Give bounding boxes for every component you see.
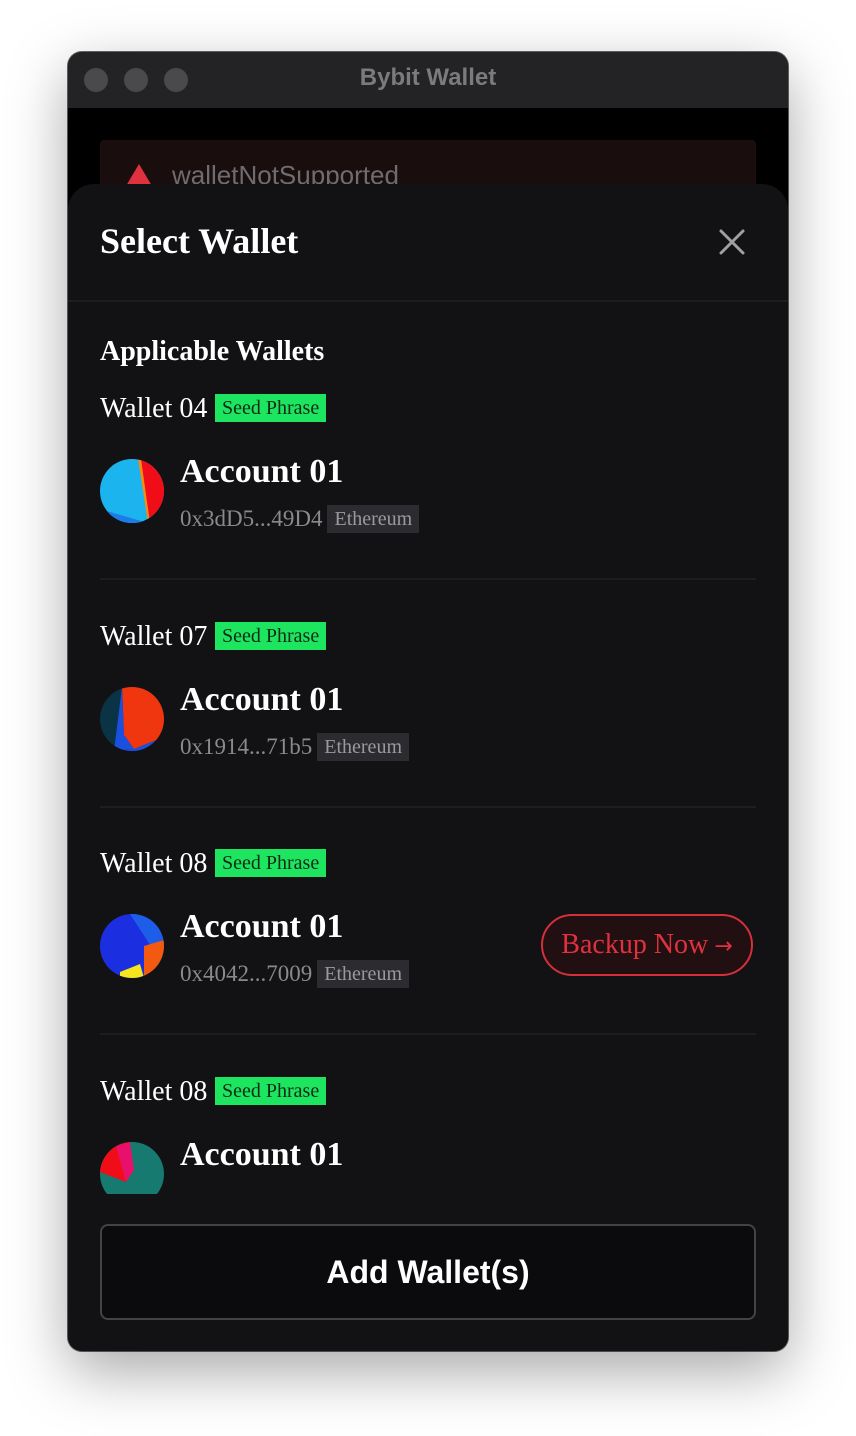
wallet-name: Wallet 08	[100, 848, 208, 879]
wallet-divider	[100, 1033, 756, 1035]
account-name: Account 01	[180, 681, 344, 718]
wallet-name: Wallet 04	[100, 393, 208, 424]
select-wallet-sheet: Select Wallet Applicable Wallets Wallet …	[68, 184, 788, 1351]
wallet-group: Wallet 04 Seed Phrase Account 01 0x3dD5.…	[100, 389, 756, 589]
wallet-name: Wallet 07	[100, 621, 208, 652]
backup-now-button[interactable]: Backup Now →	[541, 914, 753, 976]
sheet-title: Select Wallet	[100, 221, 299, 261]
account-avatar-icon	[100, 914, 164, 978]
account-avatar-icon	[100, 1142, 164, 1194]
backup-now-label: Backup Now	[561, 929, 709, 960]
account-item[interactable]: Account 01 0x1914...71b5 Ethereum	[100, 681, 756, 771]
add-wallets-button[interactable]: Add Wallet(s)	[100, 1224, 756, 1320]
account-avatar-icon	[100, 459, 164, 523]
address-row: 0x3dD5...49D4 Ethereum	[180, 505, 420, 535]
wallet-group: Wallet 08 Seed Phrase Account 01	[100, 1072, 756, 1194]
address-row: 0x4042...7009 Ethereum	[180, 960, 409, 990]
wallet-group: Wallet 08 Seed Phrase Account 01	[100, 844, 756, 1044]
seed-phrase-tag: Seed Phrase	[215, 1077, 327, 1105]
section-title: Applicable Wallets	[100, 336, 325, 367]
chain-tag: Ethereum	[317, 733, 409, 761]
wallet-divider	[100, 578, 756, 580]
account-avatar-icon	[100, 687, 164, 751]
account-name: Account 01	[180, 1136, 344, 1173]
address-row: 0x1914...71b5 Ethereum	[180, 733, 409, 763]
account-name: Account 01	[180, 908, 344, 945]
account-name: Account 01	[180, 453, 344, 490]
wallet-list[interactable]: Wallet 04 Seed Phrase Account 01 0x3dD5.…	[68, 389, 788, 1194]
close-icon[interactable]	[716, 226, 748, 258]
account-address: 0x3dD5...49D4	[180, 506, 323, 531]
account-item[interactable]: Account 01 0x3dD5...49D4 Ethereum	[100, 453, 756, 543]
account-item[interactable]: Account 01	[100, 1136, 756, 1194]
window-title: Bybit Wallet	[359, 64, 497, 91]
app-window: Bybit Wallet walletNotSupported Select W…	[68, 52, 788, 1351]
wallet-group: Wallet 07 Seed Phrase Account 01 0x1914.…	[100, 617, 756, 817]
chain-tag: Ethereum	[327, 505, 420, 533]
seed-phrase-tag: Seed Phrase	[215, 622, 327, 650]
account-address: 0x4042...7009	[180, 961, 313, 986]
arrow-right-icon: →	[714, 934, 733, 959]
wallet-divider	[100, 806, 756, 808]
seed-phrase-tag: Seed Phrase	[215, 849, 327, 877]
warning-icon	[126, 164, 152, 186]
wallet-name: Wallet 08	[100, 1076, 208, 1107]
header-divider	[68, 300, 788, 302]
chain-tag: Ethereum	[317, 960, 409, 988]
seed-phrase-tag: Seed Phrase	[215, 394, 327, 422]
title-bar: Bybit Wallet	[68, 52, 788, 108]
account-address: 0x1914...71b5	[180, 734, 313, 759]
